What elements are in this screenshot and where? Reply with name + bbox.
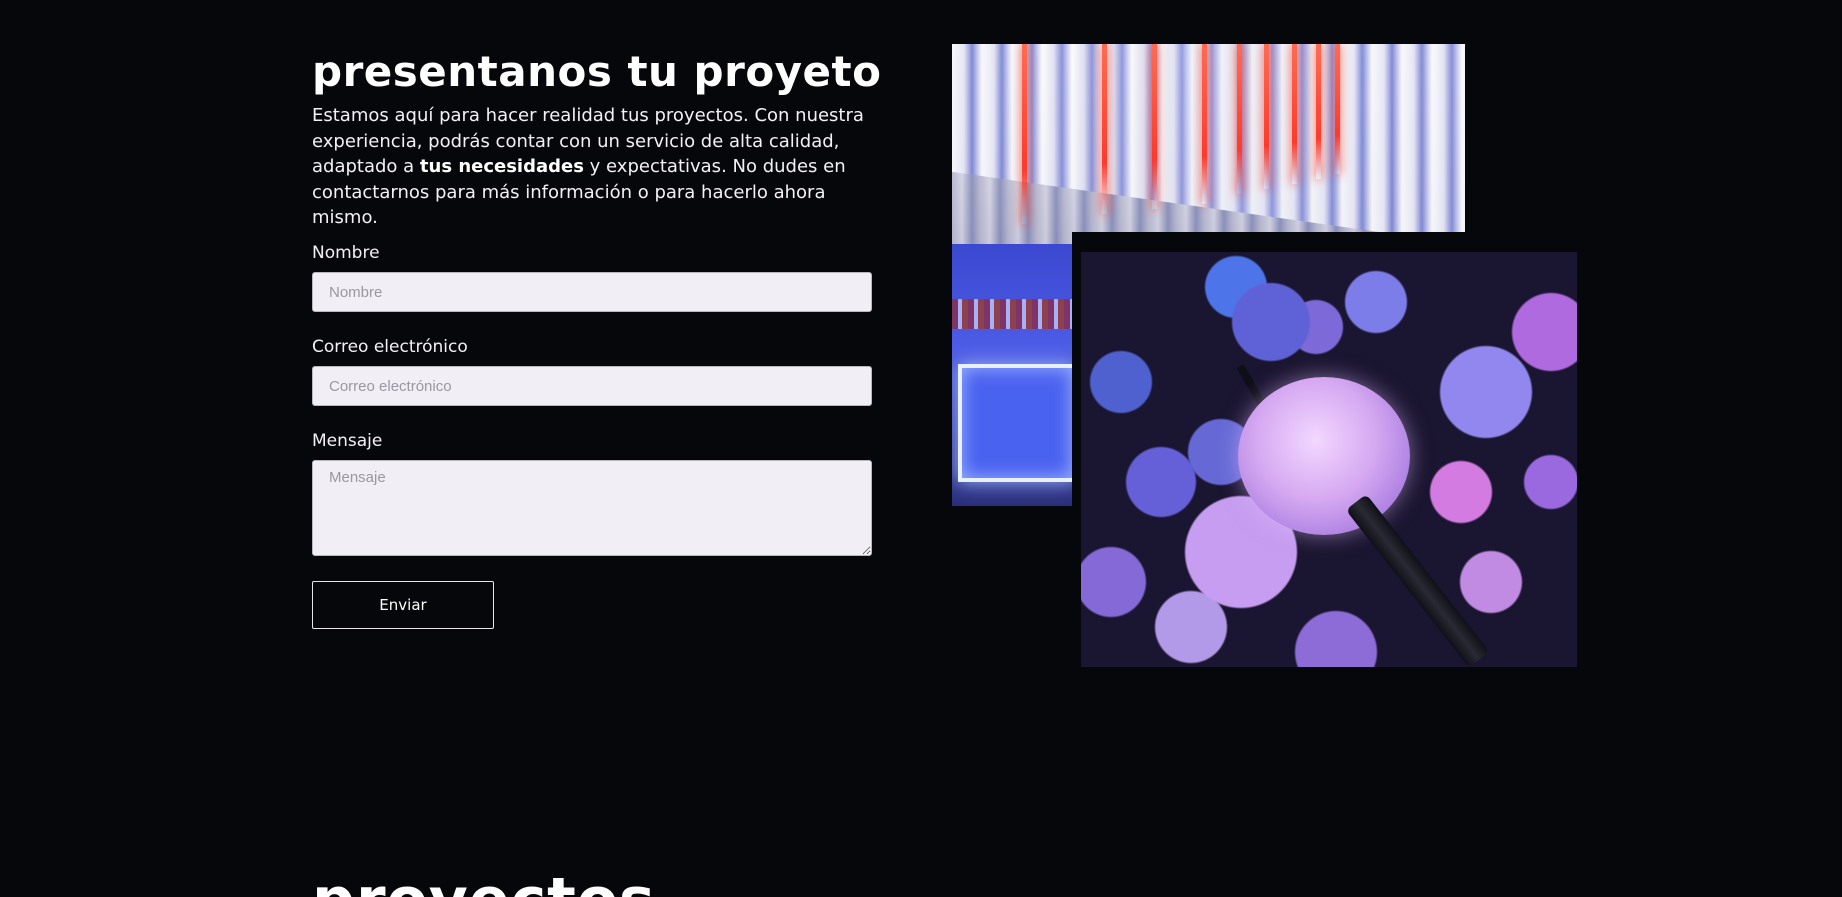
light-balls-photo xyxy=(1081,252,1577,667)
neon-strip xyxy=(1292,44,1297,184)
bar-shelf xyxy=(952,299,1072,329)
contact-page: presentanos tu proyeto Estamos aquí para… xyxy=(0,0,1842,897)
neon-strip xyxy=(1264,44,1269,189)
neon-strip xyxy=(1152,44,1157,209)
neon-strip xyxy=(1316,44,1321,179)
section-title: presentanos tu proyeto xyxy=(312,47,882,96)
name-label: Nombre xyxy=(312,243,380,263)
submit-button[interactable]: Enviar xyxy=(312,581,494,629)
next-section-title: proyectos xyxy=(312,860,656,897)
neon-strip xyxy=(1022,44,1027,224)
glowing-ball xyxy=(1238,377,1410,535)
neon-strip xyxy=(1335,44,1340,174)
intro-highlight: tus necesidades xyxy=(419,156,584,177)
email-label: Correo electrónico xyxy=(312,337,468,357)
ceiling-slats xyxy=(952,44,1465,244)
message-label: Mensaje xyxy=(312,431,383,451)
message-textarea[interactable] xyxy=(312,460,872,556)
name-input[interactable] xyxy=(312,272,872,312)
email-input[interactable] xyxy=(312,366,872,406)
intro-paragraph: Estamos aquí para hacer realidad tus pro… xyxy=(312,103,872,231)
neon-strip xyxy=(1102,44,1107,214)
ball-stick xyxy=(1345,493,1490,667)
neon-strip xyxy=(1202,44,1207,204)
neon-strip xyxy=(1237,44,1242,194)
lit-bar-counter xyxy=(958,364,1076,482)
